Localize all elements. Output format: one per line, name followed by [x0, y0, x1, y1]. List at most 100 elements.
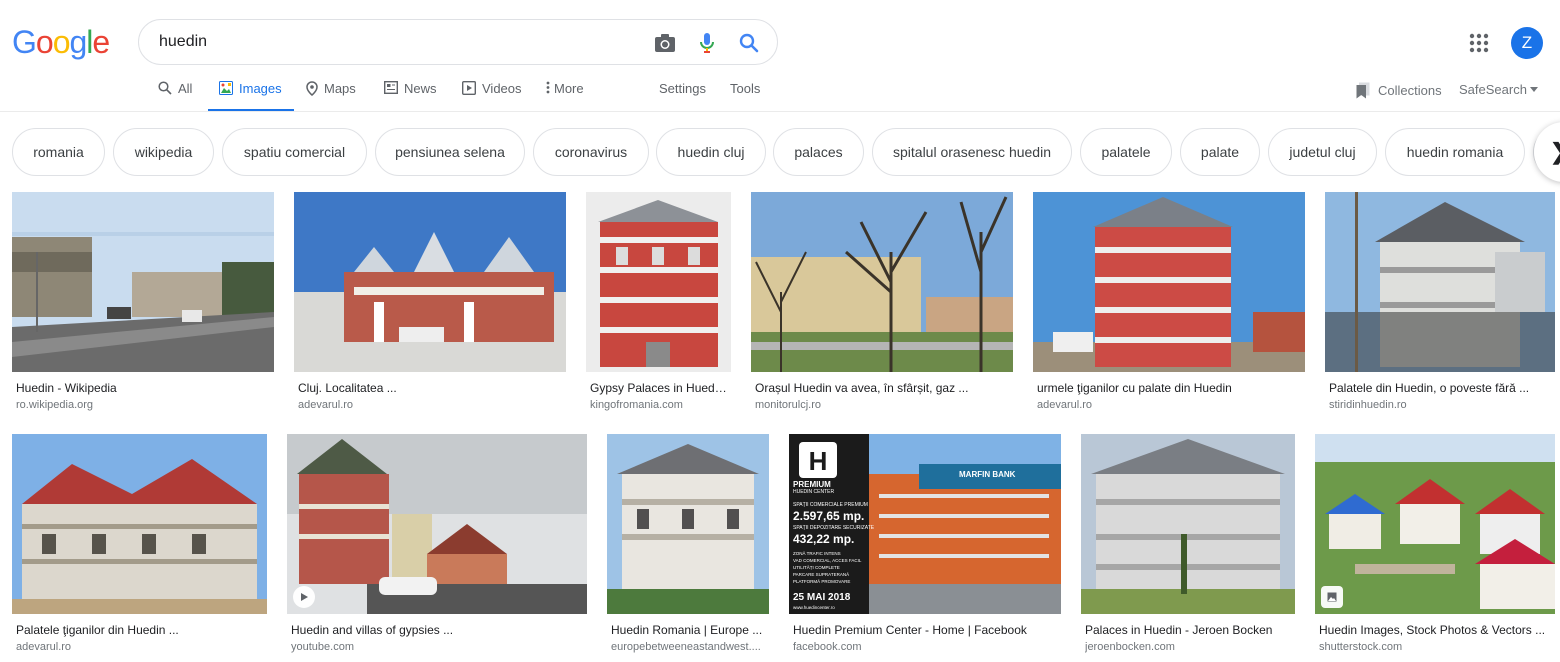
- thumbnail[interactable]: [586, 192, 731, 372]
- image-result[interactable]: Palatele ţiganilor din Huedin ... adevar…: [12, 434, 267, 659]
- caret-down-icon: [1529, 87, 1538, 92]
- chip[interactable]: romania: [12, 128, 105, 176]
- chip[interactable]: wikipedia: [113, 128, 214, 176]
- thumbnail[interactable]: [1081, 434, 1295, 614]
- result-source[interactable]: europebetweeneastandwest....: [611, 641, 765, 653]
- ad-area: 432,22 mp.: [793, 532, 855, 546]
- result-title[interactable]: Gypsy Palaces in Huedi...: [590, 381, 727, 395]
- result-title[interactable]: Huedin Romania | Europe ...: [611, 623, 765, 637]
- chip[interactable]: coronavirus: [533, 128, 649, 176]
- ad-feature: PARCARE SUPRATERANĂ: [793, 572, 850, 577]
- tab-more[interactable]: More: [546, 76, 584, 112]
- result-source[interactable]: stiridinhuedin.ro: [1329, 399, 1551, 411]
- result-source[interactable]: monitorulcj.ro: [755, 399, 1009, 411]
- result-source[interactable]: kingofromania.com: [590, 399, 727, 411]
- image-result[interactable]: Huedin and villas of gypsies ... youtube…: [287, 434, 587, 659]
- chevron-right-icon[interactable]: ❯: [1534, 122, 1560, 182]
- image-result[interactable]: H PREMIUM HUEDIN CENTER SPAȚII COMERCIAL…: [789, 434, 1061, 659]
- chip[interactable]: huedin cluj: [656, 128, 766, 176]
- chip[interactable]: palate: [1180, 128, 1260, 176]
- ad-line: SPAȚII COMERCIALE PREMIUM: [793, 502, 868, 508]
- result-source[interactable]: youtube.com: [291, 641, 583, 653]
- mic-icon[interactable]: [695, 31, 719, 55]
- chip[interactable]: spitalul orasenesc huedin: [872, 128, 1072, 176]
- image-result[interactable]: Orașul Huedin va avea, în sfârșit, gaz .…: [751, 192, 1013, 417]
- tab-videos[interactable]: Videos: [462, 76, 522, 112]
- camera-icon[interactable]: [653, 31, 677, 55]
- tab-settings[interactable]: Settings: [659, 76, 706, 112]
- ad-date: 25 MAI 2018: [793, 592, 851, 603]
- collections-link[interactable]: Collections: [1356, 82, 1442, 99]
- ad-brand-sub: HUEDIN CENTER: [793, 489, 835, 495]
- thumbnail[interactable]: [287, 434, 587, 614]
- logo-letter: G: [12, 24, 37, 60]
- result-source[interactable]: jeroenbocken.com: [1085, 641, 1291, 653]
- ad-feature: UTILITĂȚI COMPLETE: [793, 565, 840, 570]
- image-icon: [1321, 586, 1343, 608]
- result-title[interactable]: Huedin Images, Stock Photos & Vectors ..…: [1319, 623, 1551, 637]
- tab-tools[interactable]: Tools: [730, 76, 760, 112]
- thumbnail[interactable]: H PREMIUM HUEDIN CENTER SPAȚII COMERCIAL…: [789, 434, 1061, 614]
- apps-grid-icon[interactable]: [1468, 32, 1490, 54]
- chip[interactable]: palatele: [1080, 128, 1172, 176]
- tab-label: Videos: [482, 81, 522, 96]
- thumbnail[interactable]: [751, 192, 1013, 372]
- account-avatar[interactable]: Z: [1511, 27, 1543, 59]
- result-source[interactable]: ro.wikipedia.org: [16, 399, 270, 411]
- result-title[interactable]: Orașul Huedin va avea, în sfârșit, gaz .…: [755, 381, 1009, 395]
- ad-feature: PLATFORMĂ PROMOVARE: [793, 579, 851, 584]
- result-title[interactable]: Huedin and villas of gypsies ...: [291, 623, 583, 637]
- tab-label: News: [404, 81, 437, 96]
- search-input[interactable]: [159, 30, 629, 54]
- chip[interactable]: pensiunea selena: [375, 128, 525, 176]
- thumbnail[interactable]: [1325, 192, 1555, 372]
- image-result[interactable]: Palatele din Huedin, o poveste fără ... …: [1325, 192, 1555, 417]
- chip[interactable]: judetul cluj: [1268, 128, 1377, 176]
- thumbnail[interactable]: [12, 434, 267, 614]
- thumbnail[interactable]: [1033, 192, 1305, 372]
- image-result[interactable]: Cluj. Localitatea ... adevarul.ro: [294, 192, 566, 417]
- ad-feature: VAD COMERCIAL, ACCES FACIL: [793, 558, 862, 563]
- result-source[interactable]: adevarul.ro: [1037, 399, 1301, 411]
- image-result[interactable]: Huedin Images, Stock Photos & Vectors ..…: [1315, 434, 1555, 659]
- result-source[interactable]: adevarul.ro: [16, 641, 263, 653]
- chip[interactable]: huedin romania: [1385, 128, 1525, 176]
- logo-letter: g: [69, 24, 87, 60]
- chip[interactable]: palaces: [773, 128, 864, 176]
- tab-maps[interactable]: Maps: [306, 76, 356, 112]
- safesearch-toggle[interactable]: SafeSearch: [1459, 82, 1538, 97]
- tab-news[interactable]: News: [384, 76, 437, 112]
- result-title[interactable]: urmele ţiganilor cu palate din Huedin: [1037, 381, 1301, 395]
- thumbnail[interactable]: [607, 434, 769, 614]
- ad-feature: ZONĂ TRAFIC INTENS: [793, 551, 841, 556]
- result-title[interactable]: Palaces in Huedin - Jeroen Bocken: [1085, 623, 1291, 637]
- result-title[interactable]: Huedin Premium Center - Home | Facebook: [793, 623, 1057, 637]
- tab-images[interactable]: Images: [208, 76, 294, 112]
- result-title[interactable]: Huedin - Wikipedia: [16, 381, 270, 395]
- tab-label: Settings: [659, 81, 706, 96]
- result-source[interactable]: shutterstock.com: [1319, 641, 1551, 653]
- search-tabs: All Images Maps News Videos More Setting…: [0, 76, 1560, 112]
- image-result[interactable]: Gypsy Palaces in Huedi... kingofromania.…: [586, 192, 731, 417]
- result-title[interactable]: Cluj. Localitatea ...: [298, 381, 562, 395]
- image-result[interactable]: urmele ţiganilor cu palate din Huedin ad…: [1033, 192, 1305, 417]
- google-logo[interactable]: Google: [12, 24, 110, 60]
- news-icon: [384, 81, 398, 94]
- image-result[interactable]: Huedin Romania | Europe ... europebetwee…: [607, 434, 769, 659]
- thumbnail[interactable]: [294, 192, 566, 372]
- tab-all[interactable]: All: [158, 76, 192, 112]
- thumbnail[interactable]: [1315, 434, 1555, 614]
- result-title[interactable]: Palatele din Huedin, o poveste fără ...: [1329, 381, 1551, 395]
- chip[interactable]: spatiu comercial: [222, 128, 367, 176]
- chip-label: coronavirus: [554, 144, 628, 160]
- bookmark-icon: [1356, 82, 1370, 99]
- image-result[interactable]: Huedin - Wikipedia ro.wikipedia.org: [12, 192, 274, 417]
- search-icon[interactable]: [737, 31, 761, 55]
- search-box[interactable]: [138, 19, 778, 65]
- tab-label: Images: [239, 81, 282, 96]
- result-source[interactable]: adevarul.ro: [298, 399, 562, 411]
- result-title[interactable]: Palatele ţiganilor din Huedin ...: [16, 623, 263, 637]
- image-result[interactable]: Palaces in Huedin - Jeroen Bocken jeroen…: [1081, 434, 1295, 659]
- result-source[interactable]: facebook.com: [793, 641, 1057, 653]
- thumbnail[interactable]: [12, 192, 274, 372]
